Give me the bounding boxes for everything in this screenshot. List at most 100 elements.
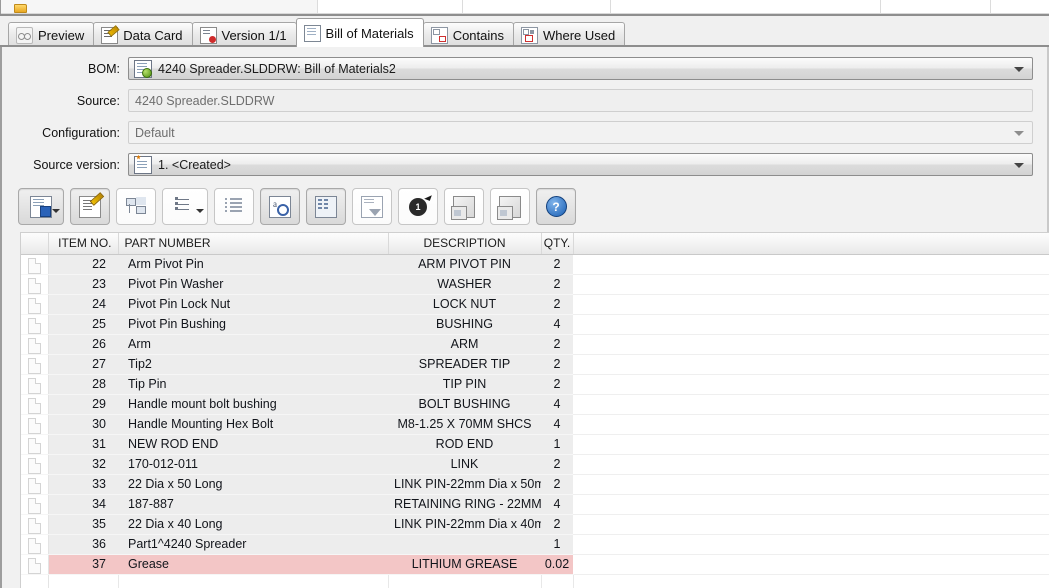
cell-description[interactable]: BUSHING <box>388 314 541 335</box>
cell-item-no[interactable]: 28 <box>48 374 118 395</box>
cell-description[interactable]: ROD END <box>388 434 541 455</box>
tab-where-used[interactable]: Where Used <box>513 22 626 47</box>
table-row[interactable]: 32 170-012-011 LINK 2 <box>21 454 1049 475</box>
column-header-qty[interactable]: QTY. <box>541 233 574 255</box>
cell-qty[interactable]: 2 <box>541 514 573 535</box>
cell-part-number[interactable]: 22 Dia x 40 Long <box>118 514 388 535</box>
cell-item-no[interactable]: 32 <box>48 454 118 475</box>
chevron-down-icon[interactable] <box>52 209 60 213</box>
chevron-down-icon[interactable] <box>1014 162 1024 168</box>
cell-description[interactable]: WASHER <box>388 274 541 295</box>
cell-qty[interactable]: 1 <box>541 534 573 555</box>
cell-qty[interactable]: 2 <box>541 274 573 295</box>
cell-description[interactable]: LINK PIN-22mm Dia x 40mm Long <box>388 514 541 535</box>
cell-description[interactable]: M8-1.25 X 70MM SHCS <box>388 414 541 435</box>
tab-contains[interactable]: Contains <box>422 22 514 47</box>
tab-data-card[interactable]: Data Card <box>93 22 193 47</box>
table-row[interactable]: 23 Pivot Pin Washer WASHER 2 <box>21 274 1049 295</box>
open-item-button[interactable] <box>444 188 484 225</box>
cell-qty[interactable]: 2 <box>541 454 573 475</box>
table-row[interactable]: 22 Arm Pivot Pin ARM PIVOT PIN 2 <box>21 254 1049 275</box>
cell-qty[interactable]: 4 <box>541 394 573 415</box>
cell-description[interactable]: TIP PIN <box>388 374 541 395</box>
column-header-part-number[interactable]: PART NUMBER <box>118 233 389 255</box>
cell-part-number[interactable]: Pivot Pin Lock Nut <box>118 294 388 315</box>
cell-item-no[interactable]: 29 <box>48 394 118 415</box>
cell-item-no[interactable]: 24 <box>48 294 118 315</box>
bom-table-container[interactable]: ITEM NO. PART NUMBER DESCRIPTION QTY. 22… <box>20 232 1049 588</box>
cell-qty[interactable]: 2 <box>541 474 573 495</box>
cell-part-number[interactable]: Pivot Pin Washer <box>118 274 388 295</box>
table-row[interactable]: 25 Pivot Pin Bushing BUSHING 4 <box>21 314 1049 335</box>
cell-part-number[interactable]: Handle Mounting Hex Bolt <box>118 414 388 435</box>
cell-qty[interactable]: 2 <box>541 254 573 275</box>
cell-part-number[interactable]: 170-012-011 <box>118 454 388 475</box>
cell-description[interactable]: LITHIUM GREASE <box>388 554 541 575</box>
tab-bill-of-materials[interactable]: Bill of Materials <box>295 18 424 47</box>
cell-item-no[interactable]: 35 <box>48 514 118 535</box>
save-bom-button[interactable] <box>18 188 64 225</box>
cell-item-no[interactable]: 23 <box>48 274 118 295</box>
chevron-down-icon[interactable] <box>196 209 204 213</box>
bom-select[interactable]: 4240 Spreader.SLDDRW: Bill of Materials2 <box>128 57 1033 80</box>
table-row[interactable]: 31 NEW ROD END ROD END 1 <box>21 434 1049 455</box>
cell-part-number[interactable]: 187-887 <box>118 494 388 515</box>
cell-part-number[interactable]: 22 Dia x 50 Long <box>118 474 388 495</box>
table-row[interactable]: 26 Arm ARM 2 <box>21 334 1049 355</box>
table-row[interactable]: 36 Part1^4240 Spreader 1 <box>21 534 1049 555</box>
cell-part-number[interactable]: Pivot Pin Bushing <box>118 314 388 335</box>
cell-item-no[interactable]: 36 <box>48 534 118 555</box>
table-row[interactable]: 30 Handle Mounting Hex Bolt M8-1.25 X 70MM… <box>21 414 1049 435</box>
cell-item-no[interactable]: 27 <box>48 354 118 375</box>
cell-item-no[interactable]: 30 <box>48 414 118 435</box>
table-row[interactable]: 27 Tip2 SPREADER TIP 2 <box>21 354 1049 375</box>
find-button[interactable] <box>260 188 300 225</box>
tab-version[interactable]: Version 1/1 <box>191 22 297 47</box>
cell-item-no[interactable]: 22 <box>48 254 118 275</box>
source-version-select[interactable]: 1. <Created> <box>128 153 1033 176</box>
indented-view-button[interactable] <box>162 188 208 225</box>
cell-description[interactable] <box>388 534 541 555</box>
cell-item-no[interactable]: 25 <box>48 314 118 335</box>
column-header-empty[interactable] <box>573 233 1049 255</box>
cell-qty[interactable]: 0.02 <box>541 554 573 575</box>
cell-qty[interactable]: 2 <box>541 294 573 315</box>
quantity-button[interactable]: 1 <box>398 188 438 225</box>
chevron-down-icon[interactable] <box>1014 66 1024 72</box>
pack-go-button[interactable] <box>490 188 530 225</box>
cell-part-number[interactable]: Arm <box>118 334 388 355</box>
cell-description[interactable]: RETAINING RING - 22MM <box>388 494 541 515</box>
tree-view-button[interactable] <box>116 188 156 225</box>
cell-description[interactable]: LOCK NUT <box>388 294 541 315</box>
cell-qty[interactable]: 4 <box>541 314 573 335</box>
chevron-down-icon[interactable] <box>1014 130 1024 136</box>
show-items-button[interactable] <box>306 188 346 225</box>
help-button[interactable]: ? <box>536 188 576 225</box>
filter-button[interactable] <box>352 188 392 225</box>
cell-item-no[interactable]: 33 <box>48 474 118 495</box>
column-header-description[interactable]: DESCRIPTION <box>388 233 542 255</box>
cell-qty[interactable]: 4 <box>541 494 573 515</box>
edit-bom-button[interactable] <box>70 188 110 225</box>
table-row[interactable]: 37 Grease LITHIUM GREASE 0.02 <box>21 554 1049 575</box>
cell-qty[interactable]: 1 <box>541 434 573 455</box>
cell-item-no[interactable]: 37 <box>48 554 118 575</box>
tab-preview[interactable]: Preview <box>8 22 95 47</box>
table-row[interactable]: 34 187-887 RETAINING RING - 22MM 4 <box>21 494 1049 515</box>
table-row[interactable]: 35 22 Dia x 40 Long LINK PIN-22mm Dia x 40… <box>21 514 1049 535</box>
cell-qty[interactable]: 2 <box>541 334 573 355</box>
cell-item-no[interactable]: 26 <box>48 334 118 355</box>
cell-part-number[interactable]: Arm Pivot Pin <box>118 254 388 275</box>
column-header-icon[interactable] <box>21 233 49 255</box>
column-header-item-no[interactable]: ITEM NO. <box>48 233 119 255</box>
cell-qty[interactable]: 2 <box>541 354 573 375</box>
cell-qty[interactable]: 2 <box>541 374 573 395</box>
cell-part-number[interactable]: Grease <box>118 554 388 575</box>
table-row-blank[interactable] <box>21 574 1049 588</box>
flat-list-button[interactable] <box>214 188 254 225</box>
cell-description[interactable]: BOLT BUSHING <box>388 394 541 415</box>
table-row[interactable]: 29 Handle mount bolt bushing BOLT BUSHING 4 <box>21 394 1049 415</box>
cell-part-number[interactable]: Part1^4240 Spreader <box>118 534 388 555</box>
cell-part-number[interactable]: Tip2 <box>118 354 388 375</box>
cell-part-number[interactable]: Tip Pin <box>118 374 388 395</box>
